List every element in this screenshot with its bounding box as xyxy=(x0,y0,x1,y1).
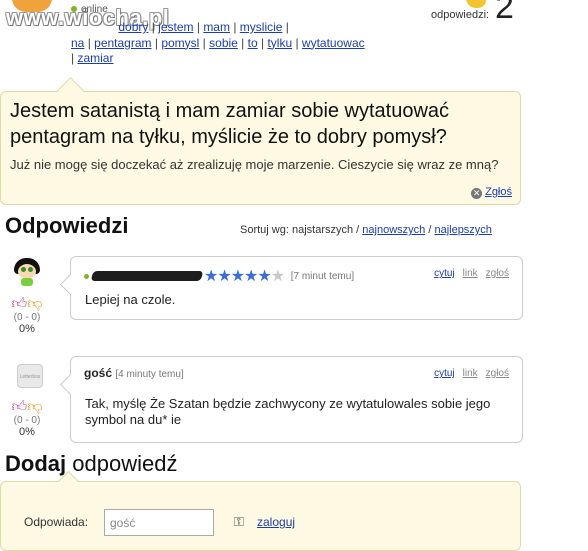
answerer-label: Odpowiada: xyxy=(24,515,89,529)
answer-text: Tak, myślę Że Szatan będzie zachwycony z… xyxy=(85,396,491,427)
online-dot-icon xyxy=(84,273,89,279)
thumbs-up-icon[interactable]: 👍︎ xyxy=(12,398,28,415)
answer-header: ★★★★★★ [7 minut temu] xyxy=(84,266,354,286)
vote-panel: 👍︎👎︎ (0 - 0) 0% xyxy=(7,398,47,439)
quote-link[interactable]: cytuj xyxy=(434,268,455,279)
rating-stars: ★★★★★★ xyxy=(204,268,285,285)
stars-empty: ★ xyxy=(270,268,285,285)
online-label: online xyxy=(81,4,108,15)
sort-prefix: Sortuj wg: najstarszych / xyxy=(240,224,360,236)
tag-line-1: dobry | jestem | mam | myslicie | xyxy=(118,20,289,34)
report-question-button[interactable]: ✕ Zgłoś xyxy=(471,186,512,199)
sort-newest-link[interactable]: najnowszych xyxy=(362,224,425,236)
online-dot-icon xyxy=(71,6,77,13)
tag-link[interactable]: na xyxy=(71,36,84,50)
vote-percent: 0% xyxy=(19,426,35,438)
report-question-label[interactable]: Zgłoś xyxy=(485,186,512,198)
login-link[interactable]: zaloguj xyxy=(257,515,295,529)
tag-link[interactable]: to xyxy=(248,36,258,50)
star-badge-icon xyxy=(466,0,486,8)
report-answer-link[interactable]: zgłoś xyxy=(486,268,509,279)
answer-box: ★★★★★★ [7 minut temu] cytuj link zgłoś Lep… xyxy=(59,256,523,320)
add-answer-title: Dodaj odpowiedź xyxy=(5,451,177,477)
tag-link[interactable]: mam xyxy=(203,20,230,34)
answers-title: Odpowiedzi xyxy=(5,213,129,238)
online-status: online xyxy=(71,4,108,15)
add-answer-title-bold: Dodaj xyxy=(5,451,67,476)
thumbs-down-icon[interactable]: 👎︎ xyxy=(27,295,42,312)
sort-best-link[interactable]: najlepszych xyxy=(434,224,491,236)
vote-percent: 0% xyxy=(19,323,35,335)
redacted-username xyxy=(90,271,204,281)
speech-pointer xyxy=(59,373,82,396)
answer-box: gość [4 minuty temu] cytuj link zgłoś Tak,… xyxy=(59,356,523,443)
tag-link[interactable]: pentagram xyxy=(94,36,151,50)
responses-label: odpowiedzi: xyxy=(431,9,490,21)
permalink-link[interactable]: link xyxy=(463,268,478,279)
tag-link[interactable]: jestem xyxy=(158,20,193,34)
tag-link[interactable]: tylku xyxy=(267,36,292,50)
tag-link[interactable]: pomysl xyxy=(161,36,199,50)
tag-list: dobry | jestem | mam | myslicie | na | p… xyxy=(71,20,371,67)
speech-pointer xyxy=(59,273,82,296)
avatar[interactable] xyxy=(14,258,40,286)
thumbs-up-icon[interactable]: 👍︎ xyxy=(12,295,28,312)
vote-count: (0 - 0) xyxy=(13,415,41,426)
tag-link[interactable]: sobie xyxy=(209,36,238,50)
stars-filled: ★★★★★ xyxy=(204,268,272,285)
tag-link[interactable]: dobry xyxy=(118,20,148,34)
answer-actions: cytuj link zgłoś xyxy=(426,268,509,279)
tag-line-2: na | pentagram | pomysl | sobie | to | t… xyxy=(71,35,365,50)
avatar[interactable]: Letterbox xyxy=(17,364,43,388)
sort-bar: Sortuj wg: najstarszych / najnowszych / … xyxy=(240,224,492,236)
question-body: Już nie mogę się doczekać aż zrealizuję … xyxy=(10,157,499,172)
answer-username: gość xyxy=(84,366,113,380)
tag-link[interactable]: zamiar xyxy=(77,51,113,65)
key-icon: ⚿ xyxy=(234,514,244,529)
close-icon: ✕ xyxy=(471,188,483,199)
answer-text: Lepiej na czole. xyxy=(85,292,176,307)
thumbs-down-icon[interactable]: 👎︎ xyxy=(27,398,42,415)
answer-time: [7 minut temu] xyxy=(290,271,355,283)
add-answer-title-rest: odpowiedź xyxy=(72,451,178,476)
question-box: Jestem satanistą i mam zamiar sobie wyta… xyxy=(0,77,521,205)
responses-count: 2 xyxy=(495,0,514,26)
question-title: Jestem satanistą i mam zamiar sobie wyta… xyxy=(10,100,450,148)
tag-link[interactable]: wytatuowac xyxy=(302,36,365,50)
quote-link[interactable]: cytuj xyxy=(434,368,455,379)
permalink-link[interactable]: link xyxy=(463,368,478,379)
answer-time: [4 minuty temu] xyxy=(115,369,184,380)
report-answer-link[interactable]: zgłoś xyxy=(486,368,509,379)
vote-panel: 👍︎👎︎ (0 - 0) 0% xyxy=(7,295,47,336)
avatar-placeholder-text: Letterbox xyxy=(19,374,41,380)
answer-actions: cytuj link zgłoś xyxy=(426,368,509,379)
tag-link[interactable]: myslicie xyxy=(240,20,283,34)
vote-count: (0 - 0) xyxy=(13,312,41,323)
answerer-name-input[interactable] xyxy=(104,509,214,536)
sort-separator: / xyxy=(428,224,432,236)
tag-line-3: | zamiar xyxy=(71,51,114,65)
answer-header: gość [4 minuty temu] xyxy=(84,366,184,380)
add-answer-box: Odpowiada: ⚿ zaloguj xyxy=(0,470,521,551)
